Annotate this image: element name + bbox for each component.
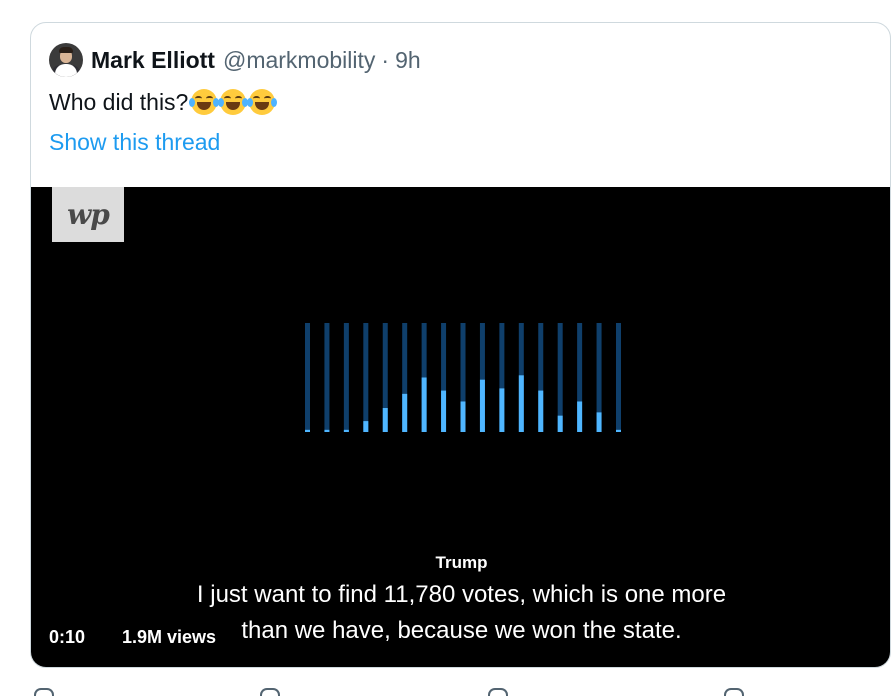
tweet-text-content: Who did this? [49,88,189,115]
visualizer-bar [499,388,505,432]
visualizer-bar [402,393,408,432]
visualizer-track [343,323,349,432]
speaker-label: Trump [435,553,488,572]
visualizer-bar [324,429,330,432]
caption-line-1: I just want to find 11,780 votes, which … [196,581,727,608]
visualizer-track [305,323,310,432]
author-name[interactable]: Mark Elliott [91,47,215,74]
visualizer-bar [557,415,563,432]
washington-post-logo: wp [52,187,124,242]
visualizer-bar [479,379,485,432]
tweet-text: Who did this? [49,87,278,117]
separator-dot: · [381,46,390,73]
audio-visualizer [305,323,621,432]
visualizer-track [557,323,563,432]
visualizer-bar [596,412,602,432]
tweet-time[interactable]: 9h [395,47,421,74]
author-handle[interactable]: @markmobility [223,47,375,74]
quoted-tweet-card[interactable]: Mark Elliott @markmobility · 9h Who did … [30,22,891,668]
visualizer-bar [460,401,466,432]
visualizer-bar [343,429,349,432]
share-icon[interactable] [722,686,744,696]
visualizer-bar [305,429,310,432]
visualizer-bar [518,375,524,432]
video-player[interactable]: wp Trump I just want to find 11,780 vote… [31,187,890,667]
visualizer-track [616,323,621,432]
visualizer-track [363,323,369,432]
tweet-header: Mark Elliott @markmobility · 9h [49,43,421,77]
reply-icon[interactable] [32,686,54,696]
retweet-icon[interactable] [258,686,280,696]
visualizer-bar [441,390,447,432]
visualizer-track [324,323,330,432]
avatar[interactable] [49,43,83,77]
visualizer-bar [577,401,583,432]
tears-of-joy-emoji-icon [189,89,220,115]
action-row [0,686,896,696]
visualizer-bar [421,377,427,432]
tears-of-joy-emoji-icon [247,89,278,115]
tears-of-joy-emoji-icon [218,89,249,115]
like-icon[interactable] [486,686,508,696]
video-timestamp: 0:10 [49,627,86,647]
visualizer-bar [363,421,369,432]
view-count: 1.9M views [122,627,217,647]
visualizer-bar [616,429,621,432]
visualizer-bar [538,390,544,432]
show-thread-link[interactable]: Show this thread [49,129,220,156]
visualizer-bar [382,408,388,432]
